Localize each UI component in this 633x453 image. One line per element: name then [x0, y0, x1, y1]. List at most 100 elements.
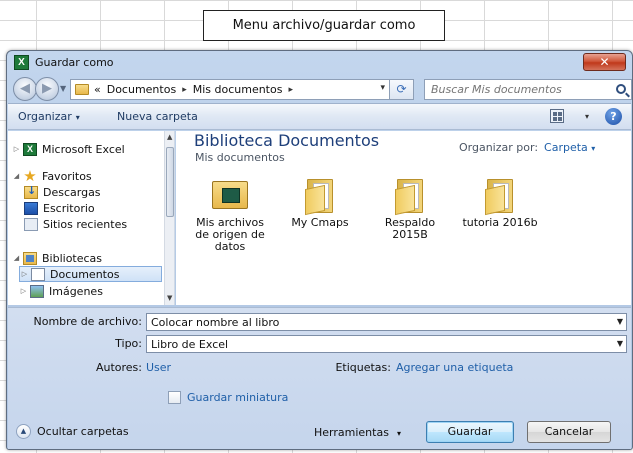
scrollbar-thumb[interactable]	[166, 147, 174, 217]
help-icon[interactable]: ?	[605, 108, 622, 125]
tags-label: Etiquetas:	[335, 361, 391, 374]
organize-menu-button[interactable]: Organizar ▾	[18, 110, 80, 123]
filename-input[interactable]	[151, 315, 603, 329]
collapse-arrow-icon[interactable]: ◢	[12, 172, 21, 180]
cancel-button[interactable]: Cancelar	[527, 421, 611, 443]
nav-item-bibliotecas[interactable]: ◢ Bibliotecas	[12, 250, 162, 266]
arrange-by-label: Organizar por:	[459, 141, 539, 154]
authors-label: Autores:	[95, 361, 142, 374]
nav-item-sitios-recientes[interactable]: Sitios recientes	[22, 216, 162, 232]
arrange-by-dropdown[interactable]: Carpeta	[544, 141, 588, 154]
expand-arrow-icon[interactable]: ▷	[20, 270, 29, 278]
nav-item-label: Descargas	[43, 185, 101, 199]
chevron-down-icon[interactable]: ▼	[617, 339, 623, 348]
nav-scrollbar[interactable]: ▲ ▼	[164, 131, 174, 305]
nav-item-documentos[interactable]: ▷ Documentos	[19, 266, 162, 282]
type-value: Libro de Excel	[151, 337, 229, 351]
nav-item-microsoft-excel[interactable]: ▷ X Microsoft Excel	[12, 141, 162, 157]
file-item[interactable]: Mis archivos de origen de datos	[190, 179, 270, 253]
nav-item-label: Documentos	[50, 267, 120, 281]
type-select[interactable]: Libro de Excel ▼	[146, 335, 627, 353]
file-name: My Cmaps	[291, 216, 349, 229]
pictures-icon	[30, 284, 44, 298]
documents-icon	[31, 267, 45, 281]
chevron-down-icon[interactable]: ▼	[617, 317, 623, 326]
nav-item-escritorio[interactable]: Escritorio	[22, 200, 162, 216]
library-title: Biblioteca Documentos	[194, 131, 380, 150]
type-label: Tipo:	[115, 337, 142, 350]
file-list-pane: Biblioteca Documentos Mis documentos Org…	[176, 131, 631, 305]
search-box[interactable]	[424, 79, 632, 100]
nav-item-label: Imágenes	[49, 284, 103, 298]
hide-folders-icon: ▲	[16, 424, 31, 439]
breadcrumb-mis-documentos[interactable]: Mis documentos	[193, 83, 283, 96]
tags-field[interactable]: Agregar una etiqueta	[396, 361, 513, 374]
file-item[interactable]: My Cmaps	[280, 179, 360, 229]
recent-pages-chevron-icon[interactable]: ▼	[60, 84, 66, 93]
command-toolbar: Organizar ▾ Nueva carpeta ▾ ?	[8, 103, 631, 130]
hide-folders-label: Ocultar carpetas	[37, 425, 129, 438]
breadcrumb-documentos[interactable]: Documentos	[107, 83, 176, 96]
search-icon[interactable]	[616, 84, 626, 94]
excel-app-icon: X	[14, 55, 29, 70]
tools-menu-button[interactable]: Herramientas ▾	[314, 426, 401, 439]
breadcrumb-separator-icon[interactable]: ▸	[182, 85, 187, 95]
folder-icon	[395, 179, 425, 216]
chevron-down-icon: ▾	[75, 113, 80, 122]
filename-label: Nombre de archivo:	[33, 315, 143, 328]
address-bar[interactable]: « Documentos ▸ Mis documentos ▸ ▾	[70, 79, 390, 100]
library-subtitle: Mis documentos	[195, 151, 285, 164]
expand-arrow-icon[interactable]: ▷	[12, 145, 21, 153]
save-button[interactable]: Guardar	[426, 421, 514, 443]
file-name: Respaldo 2015B	[384, 216, 436, 241]
view-options-chevron-icon[interactable]: ▾	[585, 112, 589, 121]
forward-button[interactable]: ▶	[35, 77, 59, 101]
breadcrumb-separator-icon[interactable]: ▸	[288, 85, 293, 95]
file-item[interactable]: Respaldo 2015B	[370, 179, 450, 241]
close-button[interactable]: ✕	[583, 53, 626, 71]
desktop-icon	[24, 201, 38, 215]
scroll-up-icon[interactable]: ▲	[167, 133, 172, 141]
search-input[interactable]	[431, 83, 601, 96]
data-sources-folder-icon	[212, 181, 248, 209]
save-as-dialog: X Guardar como ✕ ◀ ▶ ▼ « Documentos ▸ Mi…	[6, 50, 633, 450]
nav-item-label: Sitios recientes	[43, 217, 128, 231]
address-dropdown-icon[interactable]: ▾	[380, 83, 385, 93]
collapse-arrow-icon[interactable]: ◢	[12, 254, 21, 262]
change-view-icon[interactable]	[550, 109, 564, 123]
chevron-down-icon: ▾	[396, 429, 401, 438]
authors-field[interactable]: User	[146, 361, 171, 374]
expand-arrow-icon[interactable]: ▷	[19, 287, 28, 295]
window-title: Guardar como	[35, 56, 114, 69]
nav-item-label: Escritorio	[43, 201, 95, 215]
downloads-icon	[24, 184, 38, 199]
address-row: ◀ ▶ ▼ « Documentos ▸ Mis documentos ▸ ▾ …	[7, 75, 632, 103]
save-thumbnail-label[interactable]: Guardar miniatura	[187, 391, 288, 404]
file-name: tutoria 2016b	[462, 216, 538, 229]
file-item[interactable]: tutoria 2016b	[460, 179, 540, 229]
refresh-icon[interactable]: ⟳	[390, 79, 414, 100]
libraries-icon	[23, 251, 37, 265]
back-button[interactable]: ◀	[13, 77, 37, 101]
title-bar[interactable]: X Guardar como ✕	[7, 51, 632, 73]
caption-label: Menu archivo/guardar como	[203, 10, 445, 41]
breadcrumb-overflow[interactable]: «	[94, 83, 101, 96]
arrange-by: Organizar por: Carpeta ▾	[459, 141, 595, 154]
nav-item-label: Microsoft Excel	[42, 142, 125, 156]
save-thumbnail-checkbox[interactable]	[168, 391, 181, 404]
file-name: Mis archivos de origen de datos	[195, 216, 265, 253]
nav-item-descargas[interactable]: Descargas	[22, 184, 162, 200]
new-folder-button[interactable]: Nueva carpeta	[117, 110, 198, 123]
nav-item-favoritos[interactable]: ◢ ★ Favoritos	[12, 168, 162, 184]
excel-icon: X	[23, 142, 37, 156]
folder-icon	[305, 179, 335, 216]
hide-folders-button[interactable]: ▲ Ocultar carpetas	[16, 424, 129, 439]
recent-places-icon	[24, 217, 38, 231]
organize-label: Organizar	[18, 110, 72, 123]
folder-icon	[485, 179, 515, 216]
star-icon: ★	[23, 166, 37, 185]
scroll-down-icon[interactable]: ▼	[167, 294, 172, 302]
nav-item-imagenes[interactable]: ▷ Imágenes	[19, 283, 162, 299]
chevron-down-icon[interactable]: ▾	[591, 144, 595, 153]
filename-combo[interactable]: ▼	[146, 313, 627, 331]
